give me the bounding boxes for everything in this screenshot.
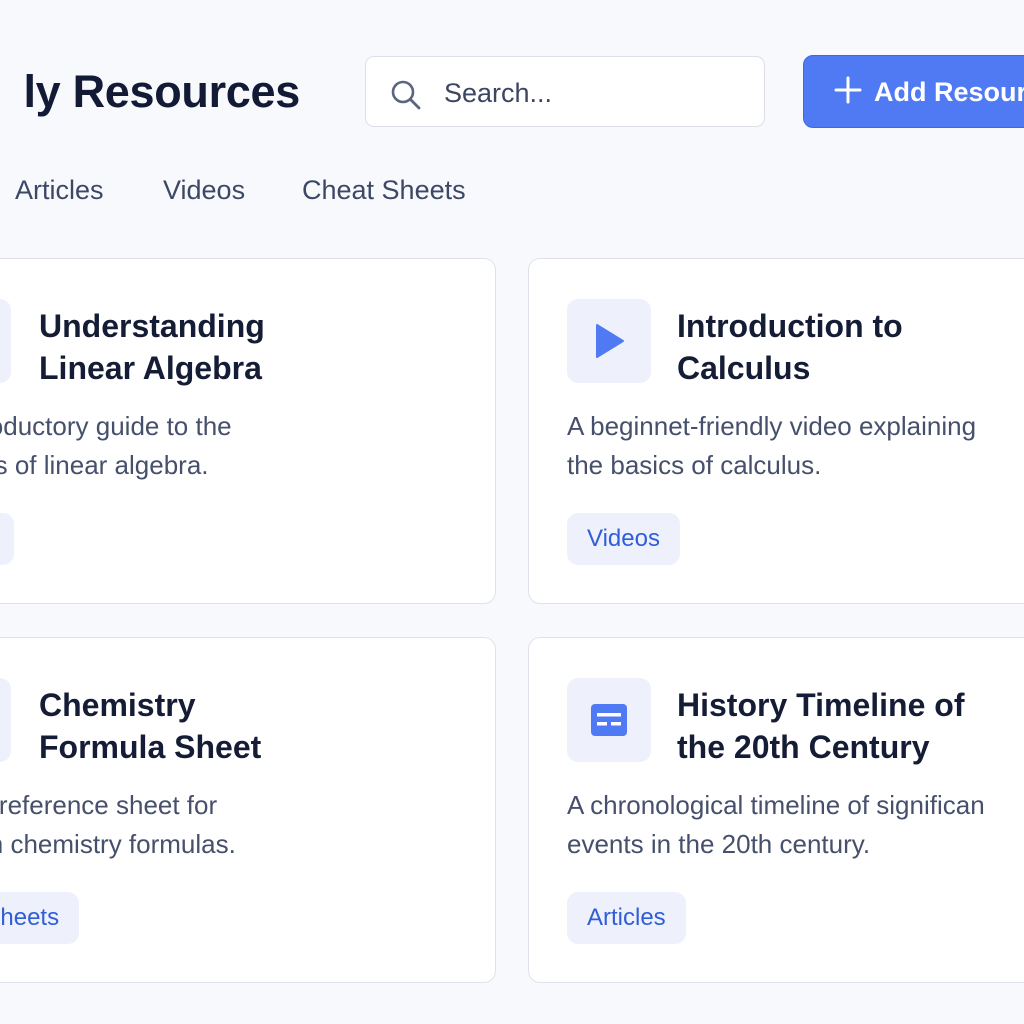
card-title: History Timeline of the 20th Century bbox=[677, 687, 965, 765]
category-tag[interactable]: heat Sheets bbox=[0, 892, 80, 944]
tab-articles[interactable]: Articles bbox=[15, 175, 104, 206]
plus-icon bbox=[834, 76, 862, 104]
search-input[interactable] bbox=[442, 74, 746, 112]
add-resource-label: Add Resour bbox=[874, 77, 1024, 107]
card-title: Chemistry Formula Sheet bbox=[39, 687, 262, 765]
search-icon bbox=[391, 80, 421, 110]
card-description: quick reference sheet for mmon chemistry… bbox=[0, 790, 236, 859]
card-description: A beginnet-friendly video explaining the… bbox=[567, 411, 977, 480]
card-title: Understanding Linear Algebra bbox=[39, 308, 265, 386]
tab-videos[interactable]: Videos bbox=[163, 175, 245, 206]
card-title: Introduction to Calculus bbox=[677, 308, 903, 386]
tab-cheat-sheets[interactable]: Cheat Sheets bbox=[302, 175, 466, 206]
category-tag[interactable]: Videos bbox=[567, 513, 680, 565]
resource-card-history[interactable]: History Timeline of the 20th Century A c… bbox=[528, 637, 1024, 983]
resource-card-chemistry[interactable]: Chemistry Formula Sheet quick reference … bbox=[0, 637, 496, 983]
card-icon-box bbox=[567, 299, 651, 383]
category-tag[interactable]: rticles bbox=[0, 513, 14, 565]
card-icon-box bbox=[567, 678, 651, 762]
page-title: ly Resources bbox=[23, 66, 300, 117]
resource-card-linear-algebra[interactable]: Understanding Linear Algebra n introduct… bbox=[0, 258, 496, 604]
search-box[interactable] bbox=[365, 56, 765, 127]
resource-card-calculus[interactable]: Introduction to Calculus A beginnet-frie… bbox=[528, 258, 1024, 604]
card-description: n introductory guide to the ncepts of li… bbox=[0, 411, 232, 480]
category-tag[interactable]: Articles bbox=[567, 892, 686, 944]
timeline-icon bbox=[591, 704, 627, 736]
card-description: A chronological timeline of significan e… bbox=[567, 790, 985, 859]
card-icon-box bbox=[0, 678, 11, 762]
play-icon bbox=[596, 324, 624, 358]
add-resource-button[interactable]: Add Resour bbox=[803, 55, 1024, 128]
card-icon-box bbox=[0, 299, 11, 383]
